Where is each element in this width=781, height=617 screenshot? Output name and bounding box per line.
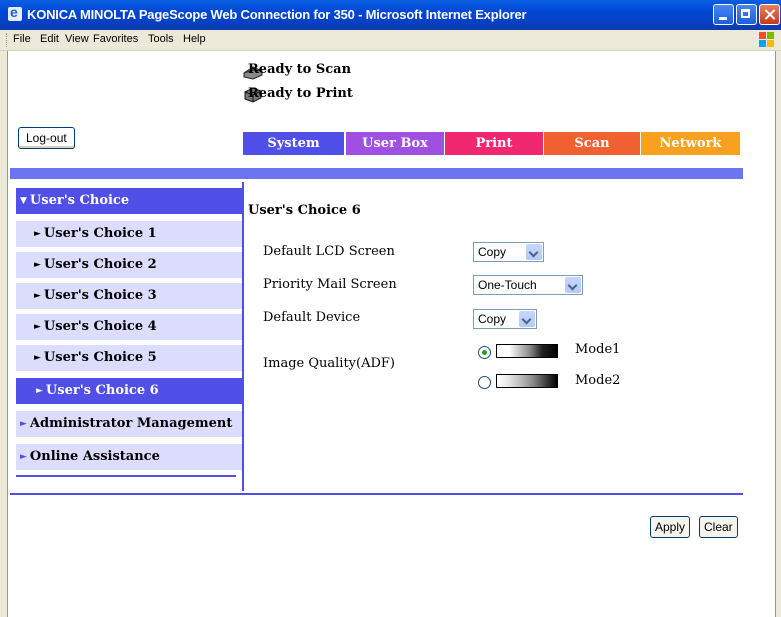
- sidebar-item-users-choice-1[interactable]: ► User's Choice 1: [16, 221, 242, 247]
- sidebar-item-administrator-management[interactable]: ► Administrator Management: [16, 411, 242, 437]
- footer-divider: [10, 493, 743, 495]
- priority-mail-screen-label: Priority Mail Screen: [263, 277, 397, 292]
- vertical-divider: [242, 182, 244, 491]
- mode1-label: Mode1: [575, 342, 621, 357]
- triangle-down-icon: ▼: [20, 196, 27, 206]
- title-bar: KONICA MINOLTA PageScope Web Connection …: [0, 0, 781, 30]
- tab-user-box[interactable]: User Box: [346, 132, 444, 155]
- sidebar-item-users-choice-3[interactable]: ► User's Choice 3: [16, 283, 242, 309]
- triangle-right-icon: ►: [34, 229, 41, 239]
- select-value: Copy: [478, 312, 507, 326]
- mode1-radio[interactable]: [478, 346, 491, 359]
- page-title: User's Choice 6: [248, 203, 361, 218]
- toolbar-grip: [6, 33, 10, 47]
- triangle-right-icon: ►: [20, 419, 27, 429]
- menu-view[interactable]: View: [65, 33, 89, 45]
- logout-button[interactable]: Log-out: [18, 127, 75, 149]
- menu-edit[interactable]: Edit: [40, 33, 59, 45]
- select-value: Copy: [478, 245, 507, 259]
- header-divider: [10, 168, 743, 179]
- mode2-label: Mode2: [575, 373, 621, 388]
- triangle-right-icon: ►: [34, 291, 41, 301]
- scan-status: Ready to Scan: [248, 62, 352, 77]
- browser-viewport: Ready to Scan Ready to Print Log-out Sys…: [7, 51, 776, 617]
- image-quality-label: Image Quality(ADF): [263, 356, 395, 371]
- menu-help[interactable]: Help: [183, 33, 206, 45]
- priority-mail-screen-select[interactable]: One-Touch: [473, 275, 583, 295]
- sidebar-item-label: Online Assistance: [29, 449, 160, 464]
- sidebar-item-label: User's Choice 5: [43, 350, 157, 365]
- sidebar-item-users-choice-6[interactable]: ► User's Choice 6: [16, 378, 242, 404]
- tab-system[interactable]: System: [243, 132, 344, 155]
- clear-button[interactable]: Clear: [699, 516, 738, 538]
- default-lcd-screen-label: Default LCD Screen: [263, 244, 395, 259]
- sidebar-item-label: User's Choice 6: [45, 383, 159, 398]
- default-device-select[interactable]: Copy: [473, 309, 537, 329]
- chevron-down-icon[interactable]: [519, 311, 535, 327]
- mode2-sample-icon: [496, 374, 558, 388]
- sidebar-item-label: User's Choice 1: [43, 226, 157, 241]
- apply-button[interactable]: Apply: [650, 516, 691, 538]
- sidebar-item-label: User's Choice 4: [43, 319, 157, 334]
- triangle-right-icon: ►: [36, 386, 43, 396]
- triangle-right-icon: ►: [34, 260, 41, 270]
- sidebar-item-users-choice-5[interactable]: ► User's Choice 5: [16, 345, 242, 371]
- chevron-down-icon[interactable]: [526, 244, 542, 260]
- triangle-right-icon: ►: [34, 322, 41, 332]
- sidebar-item-users-choice-2[interactable]: ► User's Choice 2: [16, 252, 242, 278]
- menu-favorites[interactable]: Favorites: [93, 33, 138, 45]
- menu-bar: File Edit View Favorites Tools Help: [0, 30, 781, 51]
- close-button[interactable]: [759, 4, 780, 25]
- sidebar-item-label: User's Choice 3: [43, 288, 157, 303]
- sidebar-item-online-assistance[interactable]: ► Online Assistance: [16, 444, 242, 470]
- sidebar-item-label: Administrator Management: [29, 416, 233, 431]
- tab-print[interactable]: Print: [445, 132, 543, 155]
- triangle-right-icon: ►: [34, 353, 41, 363]
- menu-file[interactable]: File: [13, 33, 31, 45]
- chevron-down-icon[interactable]: [565, 277, 581, 293]
- sidebar-header-users-choice[interactable]: ▼ User's Choice: [16, 188, 242, 214]
- tab-network[interactable]: Network: [641, 132, 740, 155]
- sidebar-item-label: User's Choice 2: [43, 257, 157, 272]
- default-device-label: Default Device: [263, 310, 361, 325]
- select-value: One-Touch: [478, 278, 537, 292]
- minimize-button[interactable]: [713, 4, 734, 25]
- tab-scan[interactable]: Scan: [544, 132, 640, 155]
- sidebar-bottom-divider: [16, 475, 236, 477]
- sidebar-item-users-choice-4[interactable]: ► User's Choice 4: [16, 314, 242, 340]
- default-lcd-screen-select[interactable]: Copy: [473, 242, 544, 262]
- menu-tools[interactable]: Tools: [148, 33, 174, 45]
- window-title: KONICA MINOLTA PageScope Web Connection …: [27, 7, 527, 22]
- mode2-radio[interactable]: [478, 376, 491, 389]
- print-status: Ready to Print: [248, 86, 353, 101]
- maximize-button[interactable]: [736, 4, 757, 25]
- ie-icon: [8, 4, 22, 21]
- triangle-right-icon: ►: [20, 452, 27, 462]
- sidebar-header-label: User's Choice: [29, 193, 130, 208]
- mode1-sample-icon: [496, 344, 558, 358]
- windows-logo-icon: [759, 32, 775, 48]
